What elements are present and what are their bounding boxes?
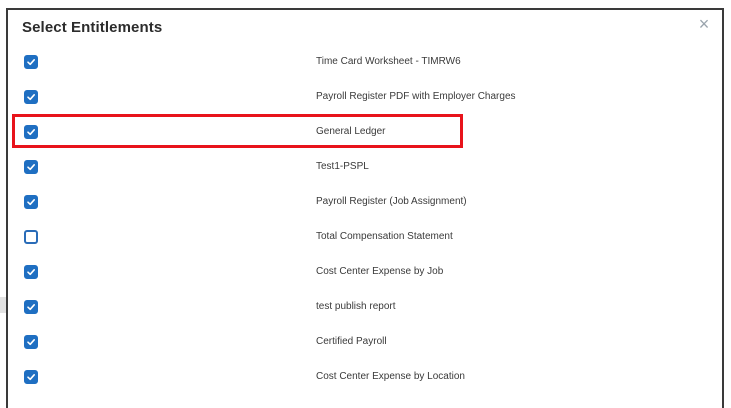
checkmark-icon [27,94,35,101]
entitlement-label: Time Card Worksheet - TIMRW6 [316,56,461,67]
list-item[interactable]: Cost Center Expense by Job [8,256,722,291]
checkmark-icon [27,199,35,206]
list-item[interactable]: Total Compensation Statement [8,221,722,256]
dialog-title: Select Entitlements [22,19,163,36]
entitlement-checkbox[interactable] [24,335,38,349]
entitlement-checkbox[interactable] [24,90,38,104]
checkmark-icon [27,304,35,311]
list-item[interactable]: General Ledger [8,116,722,151]
list-item[interactable]: Payroll Register (Job Assignment) [8,186,722,221]
list-item[interactable]: Cost Center Expense by Location [8,361,722,396]
checkmark-icon [27,59,35,66]
entitlement-label: Test1-PSPL [316,161,369,172]
checkmark-icon [27,374,35,381]
list-item[interactable]: Payroll Register PDF with Employer Charg… [8,81,722,116]
list-item[interactable]: Time Card Worksheet - TIMRW6 [8,46,722,81]
entitlement-label: Cost Center Expense by Job [316,266,444,277]
entitlement-checkbox[interactable] [24,125,38,139]
checkmark-icon [27,129,35,136]
entitlement-label: General Ledger [316,126,386,137]
checkmark-icon [27,164,35,171]
entitlement-label: test publish report [316,301,396,312]
close-icon[interactable]: × [694,14,714,34]
entitlement-checkbox[interactable] [24,230,38,244]
entitlement-checkbox[interactable] [24,300,38,314]
entitlement-label: Cost Center Expense by Location [316,371,465,382]
checkmark-icon [27,339,35,346]
entitlement-label: Payroll Register PDF with Employer Charg… [316,91,516,102]
entitlement-checkbox[interactable] [24,55,38,69]
list-item[interactable]: Certified Payroll [8,326,722,361]
entitlement-checkbox[interactable] [24,265,38,279]
entitlement-label: Certified Payroll [316,336,387,347]
entitlements-list: Time Card Worksheet - TIMRW6 Payroll Reg… [8,46,722,396]
entitlement-checkbox[interactable] [24,370,38,384]
entitlement-checkbox[interactable] [24,195,38,209]
checkmark-icon [27,269,35,276]
entitlement-checkbox[interactable] [24,160,38,174]
select-entitlements-dialog: Select Entitlements × Time Card Workshee… [6,8,724,408]
entitlement-label: Payroll Register (Job Assignment) [316,196,467,207]
list-item[interactable]: test publish report [8,291,722,326]
list-item[interactable]: Test1-PSPL [8,151,722,186]
entitlement-label: Total Compensation Statement [316,231,453,242]
